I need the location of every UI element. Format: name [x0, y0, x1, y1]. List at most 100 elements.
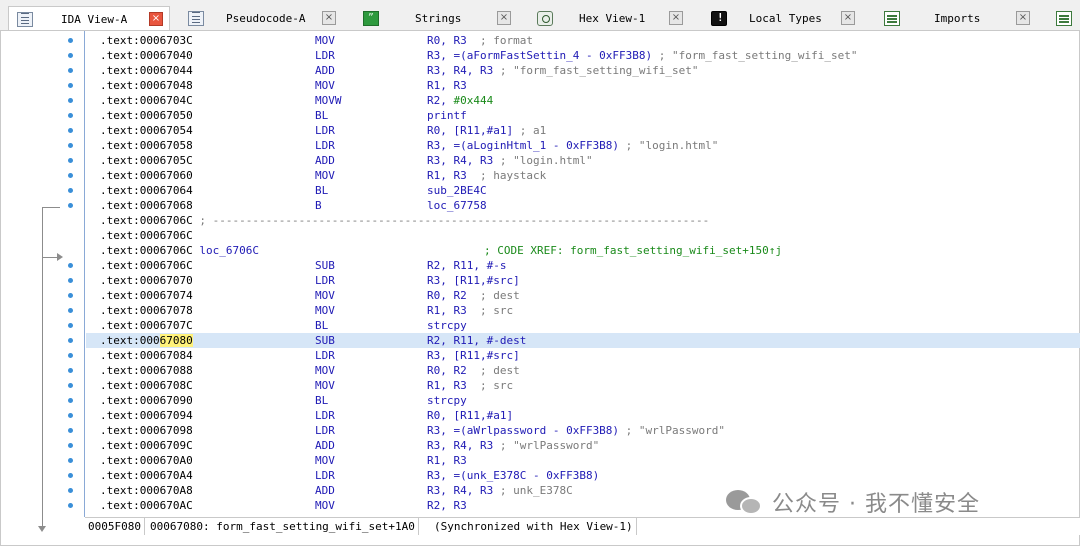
code-line[interactable]: .text:000670A0 MOV R1, R3: [86, 453, 1080, 468]
code-address: .text:00067094: [100, 409, 193, 422]
code-line[interactable]: .text:00067050 BL printf: [86, 108, 1080, 123]
breakpoint-dot-icon[interactable]: [68, 413, 73, 418]
code-line[interactable]: .text:00067070 LDR R3, [R11,#src]: [86, 273, 1080, 288]
close-icon[interactable]: ×: [149, 12, 163, 26]
tab-strings[interactable]: Strings ×: [355, 6, 523, 32]
breakpoint-dot-icon[interactable]: [68, 68, 73, 73]
close-icon[interactable]: ×: [322, 11, 336, 25]
separator-line: ; --------------------------------------…: [192, 214, 710, 227]
close-icon[interactable]: ×: [841, 11, 855, 25]
code-mnemonic: LDR: [315, 349, 335, 362]
code-line[interactable]: .text:00067040 LDR R3, =(aFormFastSettin_4…: [86, 48, 1080, 63]
code-line[interactable]: .text:00067058 LDR R3, =(aLoginHtml_1 - 0x…: [86, 138, 1080, 153]
breakpoint-dot-icon[interactable]: [68, 143, 73, 148]
tab-label: IDA View-A: [61, 13, 128, 26]
code-address: .text:00067084: [100, 349, 193, 362]
code-mnemonic: MOV: [315, 499, 335, 512]
code-line[interactable]: .text:00067064 BL sub_2BE4C: [86, 183, 1080, 198]
tab-imports[interactable]: Imports ×: [876, 6, 1044, 32]
breakpoint-dot-icon[interactable]: [68, 293, 73, 298]
code-line[interactable]: .text:00067080 SUB R2, R11, #-dest: [86, 333, 1080, 348]
breakpoint-dot-icon[interactable]: [68, 368, 73, 373]
code-line[interactable]: .text:00067068 Bloc_67758: [86, 198, 1080, 213]
code-line[interactable]: .text:00067044 ADD R3, R4, R3 ; "form_fast…: [86, 63, 1080, 78]
address-prefix: .text:000: [100, 334, 160, 347]
code-line[interactable]: .text:00067094 LDR R0, [R11,#a1]: [86, 408, 1080, 423]
tab-overflow[interactable]: [1050, 6, 1080, 32]
breakpoint-dot-icon[interactable]: [68, 473, 73, 478]
code-address: .text:0006707C: [100, 319, 193, 332]
close-icon[interactable]: ×: [497, 11, 511, 25]
flow-gutter: [1, 31, 85, 532]
code-line[interactable]: .text:00067054 LDR R0, [R11,#a1] ; a1: [86, 123, 1080, 138]
breakpoint-dot-icon[interactable]: [68, 203, 73, 208]
close-icon[interactable]: ×: [1016, 11, 1030, 25]
breakpoint-dot-icon[interactable]: [68, 308, 73, 313]
breakpoint-dot-icon[interactable]: [68, 158, 73, 163]
code-line[interactable]: .text:0006708C MOV R1, R3 ; src: [86, 378, 1080, 393]
tab-pseudocode-a[interactable]: Pseudocode-A ×: [180, 6, 348, 32]
breakpoint-dot-icon[interactable]: [68, 488, 73, 493]
code-line[interactable]: .text:00067098 LDR R3, =(aWrlpassword - 0x…: [86, 423, 1080, 438]
breakpoint-dot-icon[interactable]: [68, 98, 73, 103]
close-icon[interactable]: ×: [669, 11, 683, 25]
breakpoint-dot-icon[interactable]: [68, 53, 73, 58]
breakpoint-dot-icon[interactable]: [68, 263, 73, 268]
code-line[interactable]: .text:000670A4 LDR R3, =(unk_E378C - 0xFF3…: [86, 468, 1080, 483]
breakpoint-dot-icon[interactable]: [68, 443, 73, 448]
watermark-text: 公众号 · 我不懂安全: [772, 492, 980, 517]
code-mnemonic: MOV: [315, 304, 335, 317]
doc-icon: [17, 12, 33, 27]
code-address: .text:00067080: [100, 333, 193, 348]
code-address: .text:00067058: [100, 139, 193, 152]
code-mnemonic: MOV: [315, 79, 335, 92]
breakpoint-dot-icon[interactable]: [68, 353, 73, 358]
code-line[interactable]: .text:0006703C MOV R0, R3 ; format: [86, 33, 1080, 48]
breakpoint-dot-icon[interactable]: [68, 428, 73, 433]
code-comment: ; format: [466, 34, 533, 47]
code-line[interactable]: .text:0006705C ADD R3, R4, R3 ; "login.htm…: [86, 153, 1080, 168]
breakpoint-dot-icon[interactable]: [68, 503, 73, 508]
breakpoint-dot-icon[interactable]: [68, 188, 73, 193]
breakpoint-dot-icon[interactable]: [68, 173, 73, 178]
code-address: .text:0006703C: [100, 34, 193, 47]
code-line[interactable]: .text:0006706C ; -----------------------…: [86, 213, 1080, 228]
breakpoint-dot-icon[interactable]: [68, 113, 73, 118]
code-operands: R3, =(aLoginHtml_1 - 0xFF3B8) ; "login.h…: [427, 139, 719, 152]
code-address: .text:00067078: [100, 304, 193, 317]
code-mnemonic: LDR: [315, 124, 335, 137]
code-comment: ; "login.html": [619, 139, 719, 152]
code-line[interactable]: .text:00067074 MOV R0, R2 ; dest: [86, 288, 1080, 303]
code-operands: strcpy: [427, 319, 467, 332]
code-line[interactable]: .text:0006706C SUB R2, R11, #-s: [86, 258, 1080, 273]
code-line[interactable]: .text:00067088 MOV R0, R2 ; dest: [86, 363, 1080, 378]
code-address: .text:00067074: [100, 289, 193, 302]
code-comment: ; haystack: [466, 169, 547, 182]
code-line[interactable]: .text:0006704C MOVW R2, #0x444: [86, 93, 1080, 108]
code-xref-comment: ; CODE XREF: form_fast_setting_wifi_set+…: [484, 244, 783, 257]
code-line[interactable]: .text:0006706C: [86, 228, 1080, 243]
immediate-value: #0x444: [453, 94, 494, 107]
breakpoint-dot-icon[interactable]: [68, 323, 73, 328]
breakpoint-dot-icon[interactable]: [68, 128, 73, 133]
breakpoint-dot-icon[interactable]: [68, 338, 73, 343]
code-line[interactable]: .text:0006707C BL strcpy: [86, 318, 1080, 333]
breakpoint-dot-icon[interactable]: [68, 458, 73, 463]
code-line[interactable]: .text:0006709C ADD R3, R4, R3 ; "wrlPasswo…: [86, 438, 1080, 453]
code-line[interactable]: .text:00067048 MOV R1, R3: [86, 78, 1080, 93]
disassembly-listing[interactable]: .text:0006703C MOV R0, R3 ; format .text:00…: [86, 31, 1080, 517]
tab-hex-view-1[interactable]: Hex View-1 ×: [529, 6, 697, 32]
code-line[interactable]: .text:00067084 LDR R3, [R11,#src]: [86, 348, 1080, 363]
code-line[interactable]: .text:00067060 MOV R1, R3 ; haystack: [86, 168, 1080, 183]
breakpoint-dot-icon[interactable]: [68, 398, 73, 403]
code-line[interactable]: .text:00067078 MOV R1, R3 ; src: [86, 303, 1080, 318]
code-line[interactable]: .text:00067090 BL strcpy: [86, 393, 1080, 408]
tab-local-types[interactable]: Local Types ×: [703, 6, 871, 32]
breakpoint-dot-icon[interactable]: [68, 38, 73, 43]
breakpoint-dot-icon[interactable]: [68, 383, 73, 388]
breakpoint-dot-icon[interactable]: [68, 83, 73, 88]
code-mnemonic: MOV: [315, 364, 335, 377]
breakpoint-dot-icon[interactable]: [68, 278, 73, 283]
code-mnemonic: BL: [315, 184, 329, 197]
code-line[interactable]: .text:0006706C loc_6706C ; CODE XREF: for…: [86, 243, 1080, 258]
